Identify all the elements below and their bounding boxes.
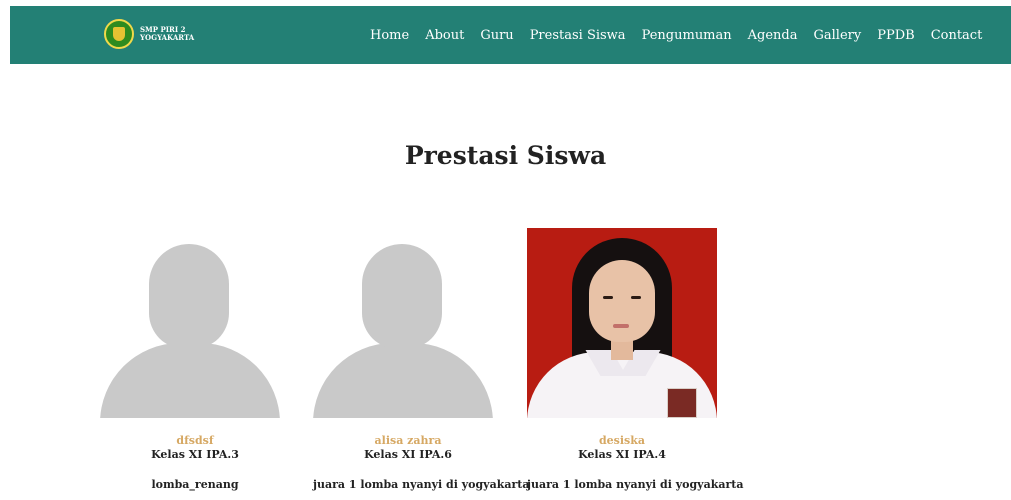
student-photo	[527, 228, 717, 418]
nav-contact[interactable]: Contact	[931, 28, 983, 43]
student-photo-placeholder	[313, 228, 503, 418]
student-class: Kelas XI IPA.4	[578, 448, 666, 461]
student-name: dfsdsf	[176, 434, 214, 447]
navbar: SMP PIRI 2 YOGYAKARTA Home About Guru Pr…	[10, 6, 1011, 64]
student-achievement: juara 1 lomba nyanyi di yogyakarta	[313, 478, 530, 491]
student-name: desiska	[598, 434, 645, 447]
portrait-eye	[603, 296, 613, 299]
student-class: Kelas XI IPA.3	[151, 448, 239, 461]
school-logo-icon	[104, 19, 134, 49]
nav-pengumuman[interactable]: Pengumuman	[642, 28, 732, 43]
silhouette-head	[149, 244, 229, 349]
silhouette-head	[362, 244, 442, 349]
silhouette-body	[313, 343, 493, 418]
brand-text: SMP PIRI 2 YOGYAKARTA	[140, 26, 194, 42]
student-class: Kelas XI IPA.6	[364, 448, 452, 461]
student-name: alisa zahra	[374, 434, 442, 447]
student-photo-placeholder	[100, 228, 290, 418]
student-achievement: lomba_renang	[151, 478, 239, 491]
portrait-badge	[667, 388, 697, 418]
brand-line2: YOGYAKARTA	[140, 33, 195, 42]
silhouette-body	[100, 343, 280, 418]
portrait-face	[589, 260, 655, 342]
nav-guru[interactable]: Guru	[480, 28, 513, 43]
page-title: Prestasi Siswa	[404, 140, 607, 170]
nav-home[interactable]: Home	[370, 28, 409, 43]
nav-ppdb[interactable]: PPDB	[877, 28, 914, 43]
student-card[interactable]: desiska Kelas XI IPA.4 juara 1 lomba nya…	[527, 228, 744, 491]
nav-gallery[interactable]: Gallery	[814, 28, 862, 43]
portrait-lips	[613, 324, 629, 328]
nav-agenda[interactable]: Agenda	[748, 28, 798, 43]
nav-prestasi-siswa[interactable]: Prestasi Siswa	[530, 28, 626, 43]
student-card[interactable]: alisa zahra Kelas XI IPA.6 juara 1 lomba…	[313, 228, 530, 491]
student-achievement: juara 1 lomba nyanyi di yogyakarta	[527, 478, 744, 491]
student-card[interactable]: dfsdsf Kelas XI IPA.3 lomba_renang	[100, 228, 290, 491]
brand[interactable]: SMP PIRI 2 YOGYAKARTA	[104, 19, 194, 49]
nav-about[interactable]: About	[425, 28, 464, 43]
main-nav: Home About Guru Prestasi Siswa Pengumuma…	[370, 6, 998, 64]
portrait-eye	[631, 296, 641, 299]
